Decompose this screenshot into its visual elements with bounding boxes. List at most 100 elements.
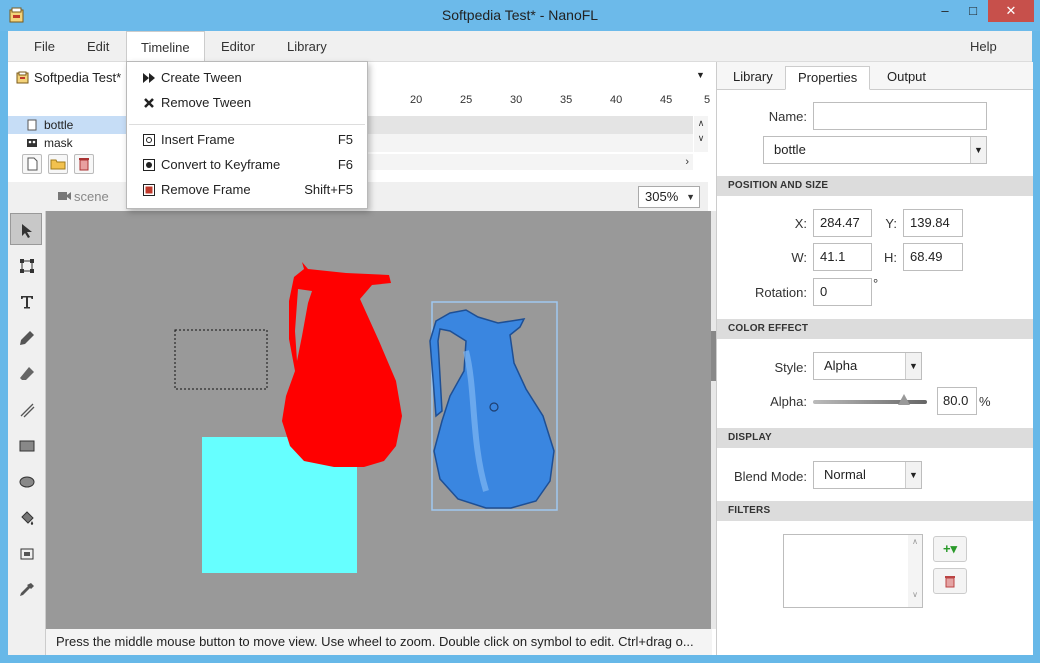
trash-icon xyxy=(79,158,89,171)
style-select[interactable]: Alpha ▼ xyxy=(813,352,922,380)
y-input[interactable]: 139.84 xyxy=(903,209,963,237)
menu-item-label: Create Tween xyxy=(161,70,242,85)
zoom-select[interactable]: 305% ▼ xyxy=(638,186,700,208)
rectangle-icon xyxy=(19,440,35,452)
new-folder-button[interactable] xyxy=(48,154,68,174)
percent-unit: % xyxy=(979,394,991,409)
x-label: X: xyxy=(794,216,807,231)
eyedropper-tool[interactable] xyxy=(10,573,42,605)
y-label: Y: xyxy=(885,216,897,231)
frames-grid[interactable] xyxy=(368,116,693,152)
h-input[interactable]: 68.49 xyxy=(903,243,963,271)
close-button[interactable]: ✕ xyxy=(988,0,1034,22)
blend-mode-select[interactable]: Normal ▼ xyxy=(813,461,922,489)
pencil-tool[interactable] xyxy=(10,321,42,353)
document-tab[interactable]: Softpedia Test* xyxy=(12,66,121,90)
timeline-horizontal-scrollbar[interactable]: › xyxy=(368,154,693,170)
fill-tool[interactable] xyxy=(10,501,42,533)
document-icon xyxy=(16,71,29,84)
new-layer-button[interactable] xyxy=(22,154,42,174)
ellipse-tool[interactable] xyxy=(10,465,42,497)
maximize-button[interactable]: □ xyxy=(960,0,986,22)
menu-item-remove-frame[interactable]: Remove Frame Shift+F5 xyxy=(127,178,367,202)
filters-scrollbar[interactable]: ∧ ∨ xyxy=(908,535,922,607)
text-tool[interactable] xyxy=(10,285,42,317)
ruler-tick: 25 xyxy=(460,94,473,106)
ruler-tick: 30 xyxy=(510,94,523,106)
layer-page-icon xyxy=(27,119,37,131)
style-value: Alpha xyxy=(824,358,858,373)
stage-canvas[interactable] xyxy=(46,211,712,629)
menu-item-shortcut: Shift+F5 xyxy=(304,182,353,197)
line-tool[interactable] xyxy=(10,393,42,425)
red-bottle-shape[interactable] xyxy=(282,262,402,467)
arrow-icon xyxy=(22,224,32,238)
symbol-select[interactable]: bottle ▼ xyxy=(763,136,987,164)
timeline-menu: Create Tween Remove Tween Insert Frame F… xyxy=(126,61,368,209)
ruler-tick: 5 xyxy=(704,94,711,106)
tab-output[interactable]: Output xyxy=(875,66,938,90)
transform-tool[interactable] xyxy=(10,249,42,281)
style-label: Style: xyxy=(774,360,807,375)
menu-item-remove-tween[interactable]: Remove Tween xyxy=(127,91,367,115)
menu-help[interactable]: Help xyxy=(956,31,1011,62)
tab-properties[interactable]: Properties xyxy=(785,66,871,90)
remove-filter-button[interactable] xyxy=(933,568,967,594)
frame-ruler[interactable]: 20 25 30 35 40 45 5 xyxy=(368,92,711,116)
gradient-icon xyxy=(20,548,34,560)
filters-section: FILTERS xyxy=(717,501,1033,521)
rotation-label: Rotation: xyxy=(754,285,807,300)
scroll-up-icon[interactable]: ∧ xyxy=(908,537,922,546)
position-size-section: POSITION AND SIZE xyxy=(717,176,1033,196)
mask-outline-shape[interactable] xyxy=(174,329,268,390)
scene-breadcrumb[interactable]: scene xyxy=(58,189,109,204)
scroll-down-icon[interactable]: ∨ xyxy=(694,133,708,144)
name-input[interactable] xyxy=(813,102,987,130)
menu-timeline[interactable]: Timeline xyxy=(126,31,205,63)
w-label: W: xyxy=(791,250,807,265)
chevron-down-icon: ▼ xyxy=(905,462,921,488)
menu-bar: File Edit Timeline Editor Library Help xyxy=(8,31,1032,63)
x-input[interactable]: 284.47 xyxy=(813,209,872,237)
symbol-value: bottle xyxy=(774,142,806,157)
blue-bottle-shape[interactable] xyxy=(429,309,555,509)
eraser-tool[interactable] xyxy=(10,357,42,389)
menu-library[interactable]: Library xyxy=(273,31,341,62)
document-tab-label: Softpedia Test* xyxy=(34,70,122,85)
rotation-input[interactable]: 0 xyxy=(813,278,872,306)
insert-frame-icon xyxy=(143,134,155,146)
filters-list[interactable]: ∧ ∨ xyxy=(783,534,923,608)
eraser-icon xyxy=(20,367,34,380)
scroll-up-icon[interactable]: ∧ xyxy=(694,118,708,129)
menu-item-insert-frame[interactable]: Insert Frame F5 xyxy=(127,128,367,152)
add-filter-button[interactable]: +▾ xyxy=(933,536,967,562)
blend-mode-value: Normal xyxy=(824,467,866,482)
menu-item-create-tween[interactable]: Create Tween xyxy=(127,66,367,90)
app-window: Softpedia Test* - NanoFL – □ ✕ File Edit… xyxy=(0,0,1040,663)
chevron-down-icon: ▼ xyxy=(905,353,921,379)
menu-edit[interactable]: Edit xyxy=(73,31,123,62)
menu-file[interactable]: File xyxy=(20,31,69,62)
select-tool[interactable] xyxy=(10,213,42,245)
rectangle-tool[interactable] xyxy=(10,429,42,461)
alpha-input[interactable]: 80.0 xyxy=(937,387,977,415)
scroll-right-icon[interactable]: › xyxy=(685,156,689,168)
tab-library[interactable]: Library xyxy=(721,66,785,90)
chevron-down-icon: ▼ xyxy=(686,192,695,202)
delete-layer-button[interactable] xyxy=(74,154,94,174)
scroll-down-icon[interactable]: ∨ xyxy=(908,590,922,599)
trash-icon xyxy=(945,576,955,588)
alpha-slider-thumb[interactable] xyxy=(898,394,911,405)
document-tab-dropdown-icon[interactable]: ▼ xyxy=(696,70,705,80)
display-section: DISPLAY xyxy=(717,428,1033,448)
camera-icon xyxy=(58,192,71,200)
degree-unit: ° xyxy=(873,276,879,291)
menu-item-convert-keyframe[interactable]: Convert to Keyframe F6 xyxy=(127,153,367,177)
timeline-vertical-scrollbar[interactable]: ∧ ∨ xyxy=(694,116,708,152)
text-icon xyxy=(21,296,33,309)
menu-editor[interactable]: Editor xyxy=(207,31,269,62)
minimize-button[interactable]: – xyxy=(932,0,958,22)
gradient-tool[interactable] xyxy=(10,537,42,569)
menu-item-label: Remove Tween xyxy=(161,95,252,110)
w-input[interactable]: 41.1 xyxy=(813,243,872,271)
